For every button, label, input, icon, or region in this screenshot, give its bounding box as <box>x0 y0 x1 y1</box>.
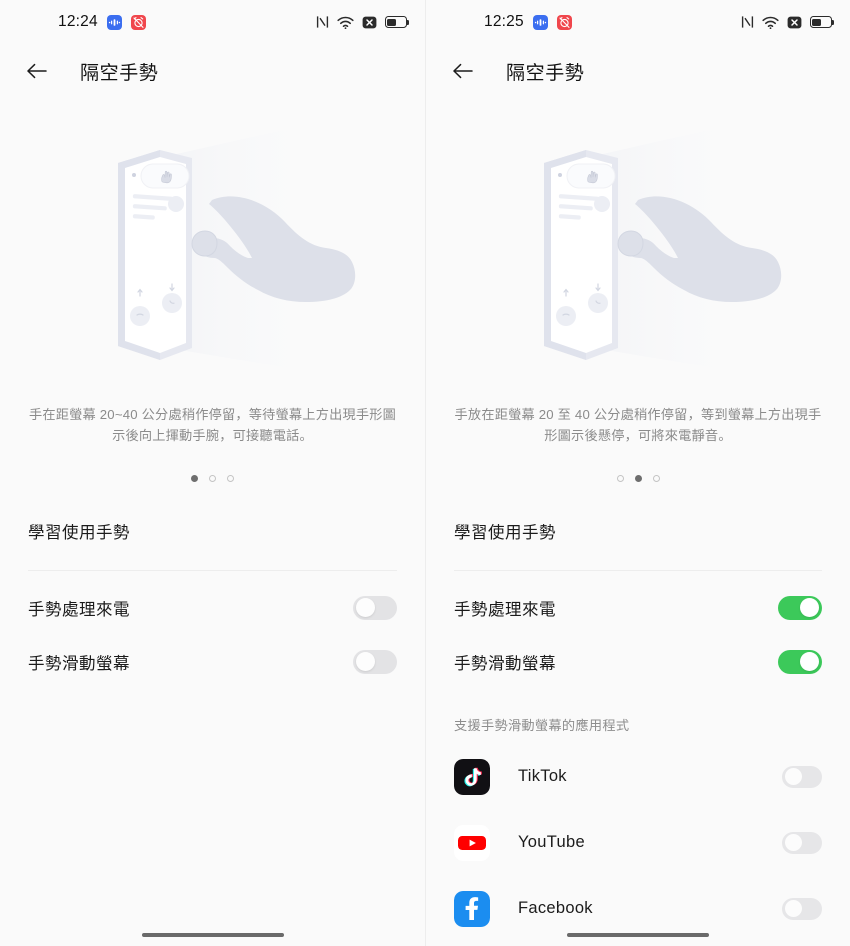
page-title: 隔空手勢 <box>506 62 585 84</box>
mute-icon <box>362 15 377 30</box>
page-dot-2[interactable] <box>209 474 216 482</box>
page-dot-1[interactable] <box>191 474 198 482</box>
home-indicator <box>141 933 284 937</box>
settings-list: 學習使用手勢 手勢處理來電 手勢滑動螢幕 <box>0 504 425 689</box>
home-indicator <box>567 933 709 937</box>
toggle-gesture-handle-call[interactable] <box>778 595 822 620</box>
battery-icon <box>385 16 410 28</box>
header: 隔空手勢 <box>426 44 850 98</box>
back-arrow-icon[interactable] <box>22 56 52 86</box>
row-label: 手勢處理來電 <box>454 600 556 619</box>
page-indicator <box>426 474 850 482</box>
wifi-icon <box>762 16 779 29</box>
page-dot-1[interactable] <box>616 474 624 482</box>
status-bar-left: 12:24 <box>58 13 146 31</box>
row-label: 學習使用手勢 <box>28 523 130 542</box>
status-bar-right <box>741 0 835 44</box>
app-row-facebook[interactable]: Facebook <box>454 876 822 942</box>
row-learn-gestures[interactable]: 學習使用手勢 <box>454 504 822 558</box>
app-name: TikTok <box>518 767 567 786</box>
row-label: 手勢滑動螢幕 <box>28 654 130 673</box>
app-name: YouTube <box>518 833 585 852</box>
row-gesture-handle-call[interactable]: 手勢處理來電 <box>454 581 822 635</box>
back-arrow-icon[interactable] <box>448 56 478 86</box>
status-time: 12:25 <box>484 13 524 30</box>
divider <box>454 569 822 571</box>
page-dot-3[interactable] <box>652 474 660 482</box>
toggle-gesture-handle-call[interactable] <box>353 595 397 620</box>
page-dot-3[interactable] <box>227 474 234 482</box>
row-label: 手勢滑動螢幕 <box>454 654 556 673</box>
row-gesture-swipe-screen[interactable]: 手勢滑動螢幕 <box>454 635 822 689</box>
row-label: 學習使用手勢 <box>454 523 556 542</box>
status-bar: 12:24 <box>0 0 425 44</box>
page-indicator <box>0 474 425 482</box>
apps-section-title: 支援手勢滑動螢幕的應用程式 <box>454 717 630 733</box>
status-time: 12:24 <box>58 13 98 30</box>
air-gesture-mute-call-illustration <box>426 98 850 398</box>
youtube-icon <box>454 824 490 861</box>
toggle-app-tiktok[interactable] <box>782 765 822 788</box>
air-gesture-answer-call-illustration <box>0 98 425 398</box>
toggle-gesture-swipe-screen[interactable] <box>353 649 397 674</box>
mute-icon <box>787 15 802 30</box>
app-row-youtube[interactable]: YouTube <box>454 810 822 876</box>
wifi-icon <box>337 16 354 29</box>
toggle-gesture-swipe-screen[interactable] <box>778 649 822 674</box>
page-title: 隔空手勢 <box>80 62 159 84</box>
screen-left: 12:24 隔空手勢 手在距螢幕 20~40 公分處稍作停留，等待螢幕上方出現手… <box>0 0 425 946</box>
bluetooth-audio-icon <box>532 14 548 30</box>
divider <box>28 569 397 571</box>
status-bar-right <box>316 0 410 44</box>
facebook-icon <box>454 890 490 927</box>
alarm-off-icon <box>130 14 146 30</box>
row-label: 手勢處理來電 <box>28 600 130 619</box>
tiktok-icon <box>454 758 490 795</box>
row-gesture-swipe-screen[interactable]: 手勢滑動螢幕 <box>28 635 397 689</box>
bluetooth-audio-icon <box>106 14 122 30</box>
row-gesture-handle-call[interactable]: 手勢處理來電 <box>28 581 397 635</box>
dual-screenshot-container: 12:24 隔空手勢 手在距螢幕 20~40 公分處稍作停留，等待螢幕上方出現手… <box>0 0 850 946</box>
battery-icon <box>810 16 835 28</box>
nfc-icon <box>741 15 754 29</box>
toggle-app-facebook[interactable] <box>782 897 822 920</box>
nfc-icon <box>316 15 329 29</box>
supported-apps-list: TikTok YouTube Facebook <box>426 744 850 942</box>
gesture-description: 手在距螢幕 20~40 公分處稍作停留，等待螢幕上方出現手形圖示後向上揮動手腕，… <box>28 407 397 444</box>
header: 隔空手勢 <box>0 44 425 98</box>
page-dot-2[interactable] <box>634 474 642 482</box>
toggle-app-youtube[interactable] <box>782 831 822 854</box>
app-name: Facebook <box>518 899 593 918</box>
status-bar-left: 12:25 <box>484 13 572 31</box>
status-bar: 12:25 <box>426 0 850 44</box>
settings-list: 學習使用手勢 手勢處理來電 手勢滑動螢幕 <box>426 504 850 689</box>
row-learn-gestures[interactable]: 學習使用手勢 <box>28 504 397 558</box>
app-row-tiktok[interactable]: TikTok <box>454 744 822 810</box>
alarm-off-icon <box>556 14 572 30</box>
gesture-description: 手放在距螢幕 20 至 40 公分處稍作停留，等到螢幕上方出現手形圖示後懸停，可… <box>454 407 822 444</box>
screen-right: 12:25 隔空手勢 手放在距螢幕 20 至 40 公分處稍作停留，等到螢幕上方… <box>425 0 850 946</box>
